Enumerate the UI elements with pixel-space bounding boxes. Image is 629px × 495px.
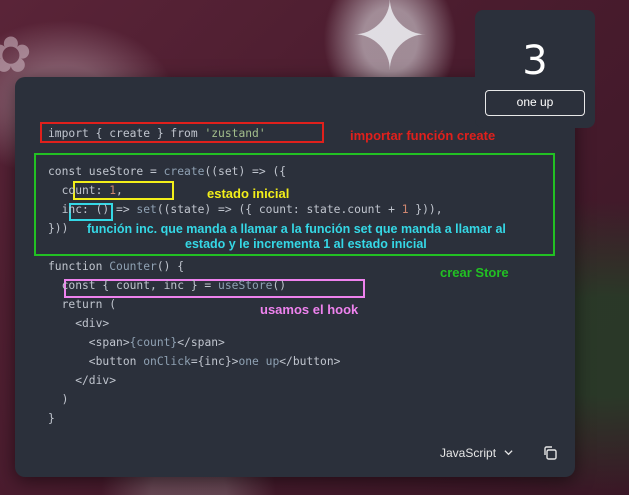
code-line-brace: } xyxy=(48,412,55,425)
annotation-inc-line1: función inc. que manda a llamar a la fun… xyxy=(87,222,506,236)
code-line-function: function Counter() { xyxy=(48,260,185,273)
copy-icon[interactable] xyxy=(542,445,558,461)
count-value: 3 xyxy=(522,38,548,84)
background-star-decoration: ✦ xyxy=(350,0,430,92)
code-line-import: import { create } from 'zustand' xyxy=(48,127,266,140)
annotation-create-store: crear Store xyxy=(440,265,509,280)
annotation-hook: usamos el hook xyxy=(260,302,359,317)
annotation-initial-state: estado inicial xyxy=(207,186,290,201)
code-line-destructure: const { count, inc } = useStore() xyxy=(48,279,287,292)
chevron-down-icon xyxy=(504,446,513,460)
code-line-inc: inc: () => set((state) => ({ count: stat… xyxy=(48,203,443,216)
code-line-button: <button onClick={inc}>one up</button> xyxy=(48,355,341,368)
code-line-span: <span>{count}</span> xyxy=(48,336,225,349)
annotation-inc-line2: estado y le incrementa 1 al estado inici… xyxy=(185,237,427,251)
code-line-div-open: <div> xyxy=(48,317,110,330)
code-line-count: count: 1, xyxy=(48,184,123,197)
one-up-button[interactable]: one up xyxy=(485,90,585,116)
code-line-paren: ) xyxy=(48,393,69,406)
code-line-create: const useStore = create((set) => ({ xyxy=(48,165,287,178)
background-flower-decoration: ✿ xyxy=(0,26,32,84)
code-line-return: return ( xyxy=(48,298,117,311)
language-label: JavaScript xyxy=(440,446,497,460)
code-line-close: })) xyxy=(48,222,69,235)
code-line-div-close: </div> xyxy=(48,374,117,387)
annotation-import: importar función create xyxy=(350,128,496,143)
language-select[interactable]: JavaScript xyxy=(440,446,513,460)
counter-preview-card: 3 one up xyxy=(475,10,595,128)
code-block: import { create } from 'zustand' const u… xyxy=(48,124,443,428)
